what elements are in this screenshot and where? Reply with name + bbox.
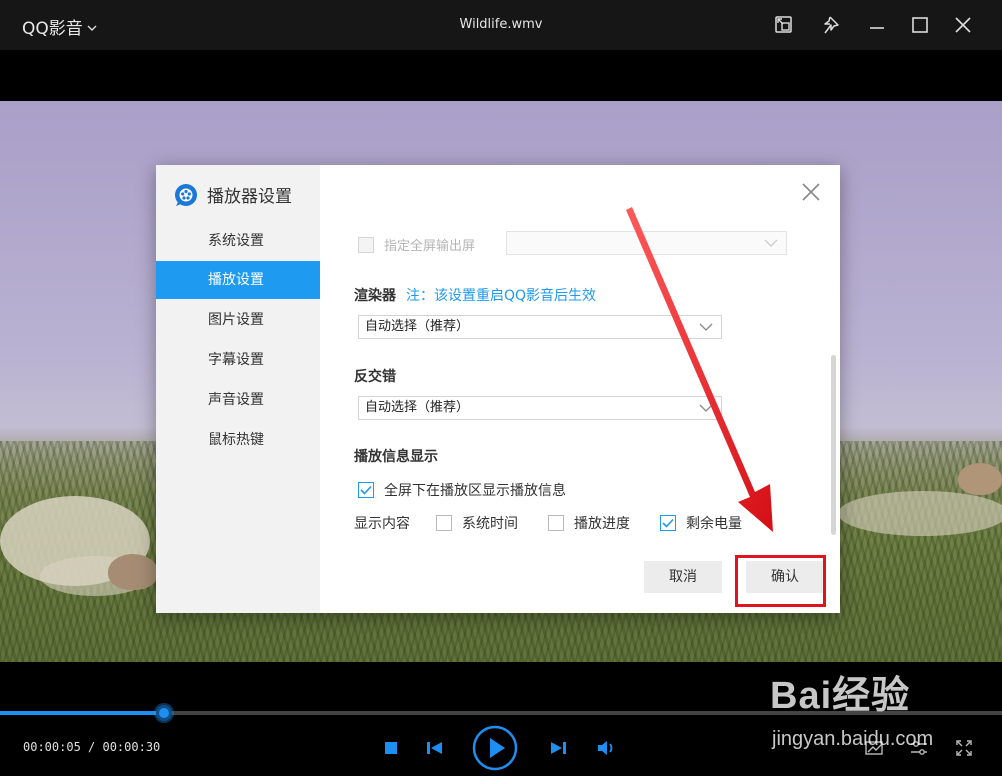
next-icon — [551, 742, 566, 754]
progress-thumb[interactable] — [156, 705, 172, 721]
confirm-highlight-box — [735, 555, 826, 607]
time-display: 00:00:05 / 00:00:30 — [23, 740, 161, 754]
volume-icon — [598, 741, 613, 755]
baidu-watermark: Bai经验 jingyan.baidu.com — [770, 664, 1000, 774]
annotation-arrow — [626, 207, 773, 532]
volume-button[interactable] — [594, 736, 618, 760]
stop-icon — [385, 742, 397, 754]
watermark-brand: Bai经验 — [770, 675, 911, 717]
next-button[interactable] — [546, 736, 570, 760]
play-button[interactable] — [472, 725, 518, 771]
previous-button[interactable] — [423, 736, 447, 760]
progress-fill — [0, 711, 164, 715]
play-icon — [472, 725, 518, 771]
previous-icon — [427, 742, 442, 754]
watermark-url: jingyan.baidu.com — [772, 728, 934, 750]
stop-button[interactable] — [381, 738, 401, 758]
